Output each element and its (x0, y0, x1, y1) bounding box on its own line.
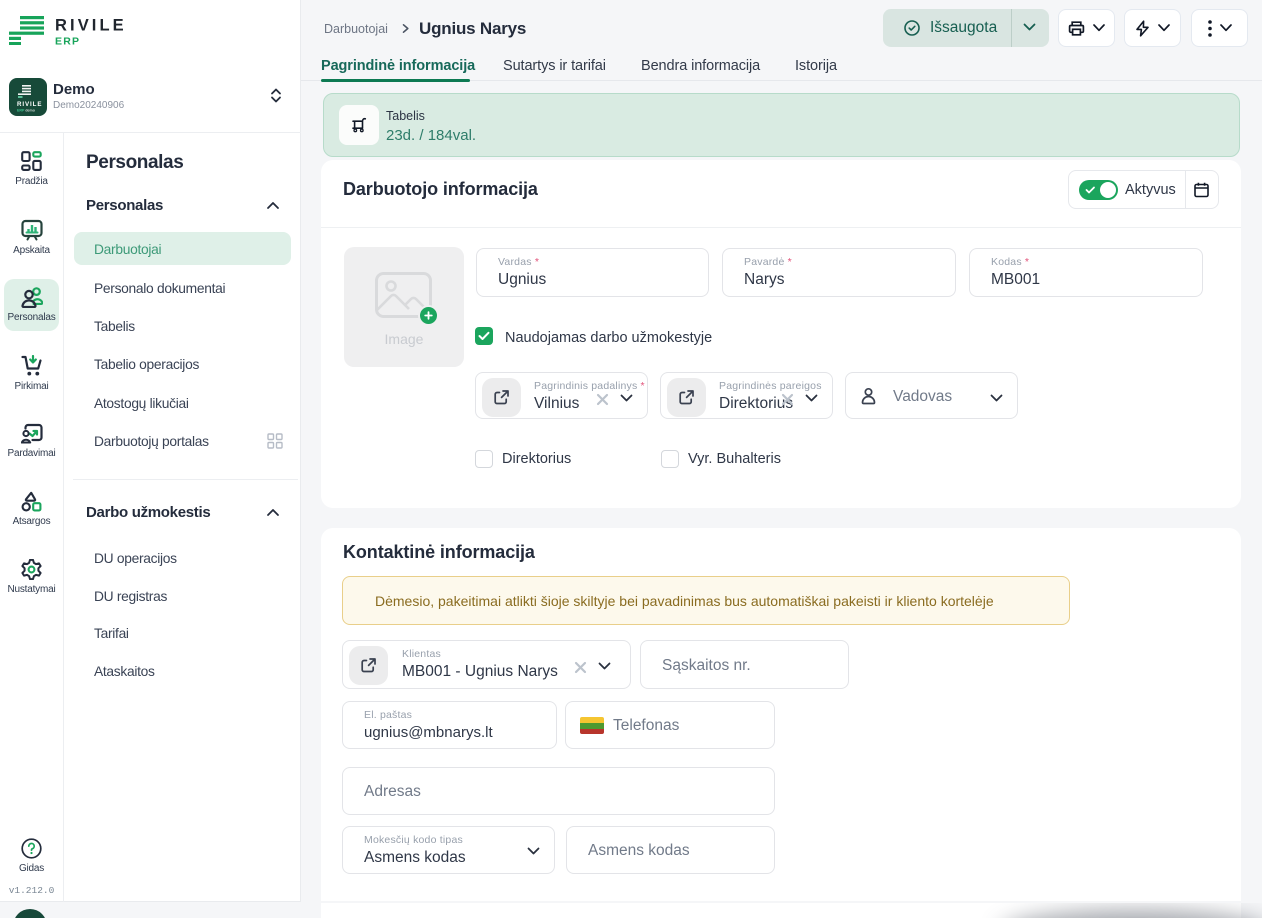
svg-text:RIVILE: RIVILE (55, 17, 127, 35)
svg-text:ERP demo: ERP demo (17, 109, 36, 113)
svg-text:ERP: ERP (55, 36, 80, 46)
svg-text:RIVILE: RIVILE (17, 101, 42, 108)
